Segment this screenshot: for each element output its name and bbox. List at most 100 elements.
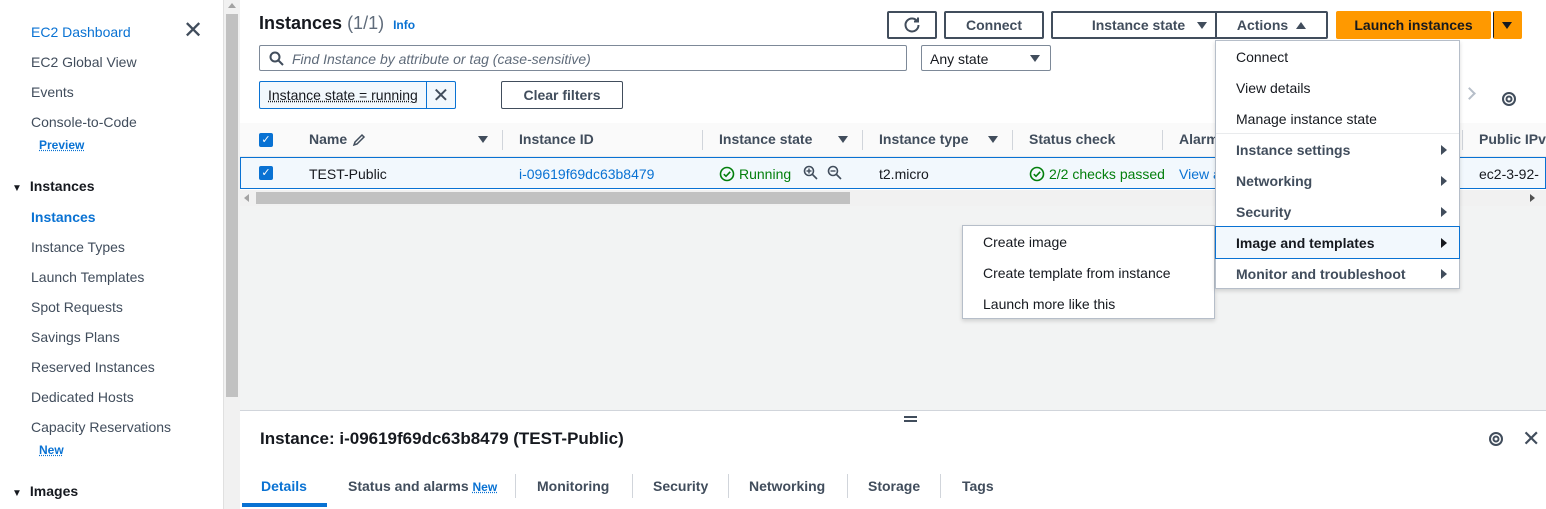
menu-item-create-template[interactable]: Create template from instance	[963, 257, 1214, 288]
row-checkbox[interactable]: ✓	[259, 166, 273, 180]
tab-networking[interactable]: Networking	[749, 478, 825, 494]
select-all-checkbox[interactable]: ✓	[259, 133, 273, 147]
scroll-up-icon[interactable]	[228, 3, 236, 8]
sidebar-item-spot-requests[interactable]: Spot Requests	[31, 299, 123, 315]
next-page-icon[interactable]	[1463, 87, 1476, 100]
new-badge[interactable]: New	[39, 443, 64, 457]
menu-item-view-details[interactable]: View details	[1216, 72, 1459, 103]
scroll-left-icon[interactable]	[244, 194, 249, 202]
sidebar-item-dedicated-hosts[interactable]: Dedicated Hosts	[31, 389, 134, 405]
caret-down-icon	[1502, 21, 1512, 29]
submenu-arrow-icon	[1441, 269, 1447, 279]
close-icon[interactable]: ✕	[182, 19, 204, 43]
sidebar-scrollbar[interactable]	[223, 0, 240, 509]
tab-tags[interactable]: Tags	[962, 478, 994, 494]
scrollbar-thumb[interactable]	[226, 14, 238, 397]
sort-icon[interactable]	[838, 136, 848, 143]
sidebar-section-instances[interactable]: ▼ Instances	[12, 178, 95, 194]
cell-public-ipv4: ec2-3-92-	[1479, 166, 1539, 182]
column-divider	[1462, 130, 1463, 150]
sort-icon[interactable]	[988, 136, 998, 143]
column-instance-id[interactable]: Instance ID	[519, 131, 594, 147]
tab-divider	[728, 474, 729, 498]
column-alarm[interactable]: Alarm	[1179, 131, 1219, 147]
instance-state-label: Instance state	[1091, 17, 1186, 33]
state-select-value: Any state	[930, 51, 989, 67]
remove-filter-icon[interactable]: ✕	[425, 82, 455, 108]
column-divider	[702, 130, 703, 150]
sidebar-item-capacity-reservations[interactable]: Capacity Reservations	[31, 419, 171, 435]
scrollbar-thumb[interactable]	[256, 192, 850, 204]
menu-item-connect[interactable]: Connect	[1216, 41, 1459, 72]
column-status-check[interactable]: Status check	[1029, 131, 1115, 147]
sidebar-item-console-to-code[interactable]: Console-to-Code	[31, 114, 137, 130]
column-instance-type[interactable]: Instance type	[879, 131, 968, 147]
actions-menu: Connect View details Manage instance sta…	[1215, 40, 1460, 289]
menu-item-create-image[interactable]: Create image	[963, 226, 1214, 257]
sidebar-item-ec2-dashboard[interactable]: EC2 Dashboard	[31, 24, 131, 40]
actions-button[interactable]: Actions	[1215, 11, 1328, 39]
sidebar-item-savings-plans[interactable]: Savings Plans	[31, 329, 120, 345]
tab-storage[interactable]: Storage	[868, 478, 920, 494]
column-divider	[1012, 130, 1013, 150]
zoom-in-icon[interactable]	[803, 165, 818, 180]
info-link[interactable]: Info	[393, 18, 415, 32]
title-text: Instances	[259, 13, 343, 33]
tab-divider	[515, 474, 516, 498]
column-instance-state[interactable]: Instance state	[719, 131, 812, 147]
sidebar-item-instances[interactable]: Instances	[31, 209, 96, 225]
scroll-right-icon[interactable]	[1530, 194, 1535, 202]
submenu-arrow-icon	[1441, 145, 1447, 155]
menu-label: Monitor and troubleshoot	[1236, 265, 1406, 282]
instance-id-link[interactable]: i-09619f69dc63b8479	[519, 166, 654, 182]
menu-item-networking[interactable]: Networking	[1216, 165, 1459, 196]
close-icon[interactable]: ✕	[1522, 426, 1540, 452]
launch-instances-button[interactable]: Launch instances	[1336, 11, 1491, 39]
main-content: Instances (1/1) Info Connect Instance st…	[240, 0, 1546, 509]
tab-monitoring[interactable]: Monitoring	[537, 478, 609, 494]
sidebar-item-events[interactable]: Events	[31, 84, 74, 100]
sidebar-section-images[interactable]: ▼ Images	[12, 483, 78, 499]
image-templates-submenu: Create image Create template from instan…	[962, 225, 1215, 319]
caret-down-icon	[1197, 21, 1208, 29]
menu-item-monitor-and-troubleshoot[interactable]: Monitor and troubleshoot	[1216, 258, 1459, 289]
settings-gear-icon[interactable]	[1500, 90, 1518, 108]
zoom-out-icon[interactable]	[827, 165, 842, 180]
sidebar-item-ec2-global-view[interactable]: EC2 Global View	[31, 54, 137, 70]
section-label: Images	[29, 483, 79, 499]
column-public-ipv4[interactable]: Public IPv	[1479, 131, 1546, 147]
refresh-icon	[904, 17, 920, 33]
check-circle-icon	[719, 166, 735, 182]
menu-item-security[interactable]: Security	[1216, 196, 1459, 227]
tab-label: Status and alarms	[348, 478, 469, 494]
sidebar-item-launch-templates[interactable]: Launch Templates	[31, 269, 144, 285]
state-select[interactable]: Any state	[921, 45, 1051, 71]
tab-status-and-alarms[interactable]: Status and alarms New	[348, 478, 497, 494]
sidebar-item-reserved-instances[interactable]: Reserved Instances	[31, 359, 155, 375]
tab-security[interactable]: Security	[653, 478, 708, 494]
menu-item-instance-settings[interactable]: Instance settings	[1216, 134, 1459, 165]
tab-divider	[632, 474, 633, 498]
column-name[interactable]: Name	[309, 131, 347, 147]
refresh-button[interactable]	[887, 11, 937, 39]
column-divider	[1162, 130, 1163, 150]
menu-item-image-and-templates[interactable]: Image and templates	[1215, 226, 1460, 259]
menu-label: Image and templates	[1236, 234, 1375, 251]
connect-button[interactable]: Connect	[944, 11, 1044, 39]
submenu-arrow-icon	[1441, 238, 1447, 248]
clear-filters-button[interactable]: Clear filters	[501, 81, 623, 109]
sidebar: EC2 Dashboard ✕ EC2 Global View Events C…	[0, 0, 223, 509]
menu-item-launch-more-like-this[interactable]: Launch more like this	[963, 288, 1214, 319]
sort-icon[interactable]	[478, 136, 488, 143]
search-input[interactable]: Find Instance by attribute or tag (case-…	[259, 45, 907, 71]
sidebar-item-instance-types[interactable]: Instance Types	[31, 239, 125, 255]
resize-handle-icon[interactable]	[904, 416, 917, 422]
preview-badge[interactable]: Preview	[39, 138, 84, 152]
tab-details[interactable]: Details	[261, 478, 307, 494]
section-label: Instances	[29, 178, 95, 194]
menu-item-manage-instance-state[interactable]: Manage instance state	[1216, 103, 1459, 134]
settings-gear-icon[interactable]	[1487, 430, 1505, 448]
split-panel-divider	[240, 410, 1546, 411]
launch-dropdown-button[interactable]	[1493, 11, 1522, 39]
filter-token-label[interactable]: Instance state = running	[260, 87, 426, 103]
